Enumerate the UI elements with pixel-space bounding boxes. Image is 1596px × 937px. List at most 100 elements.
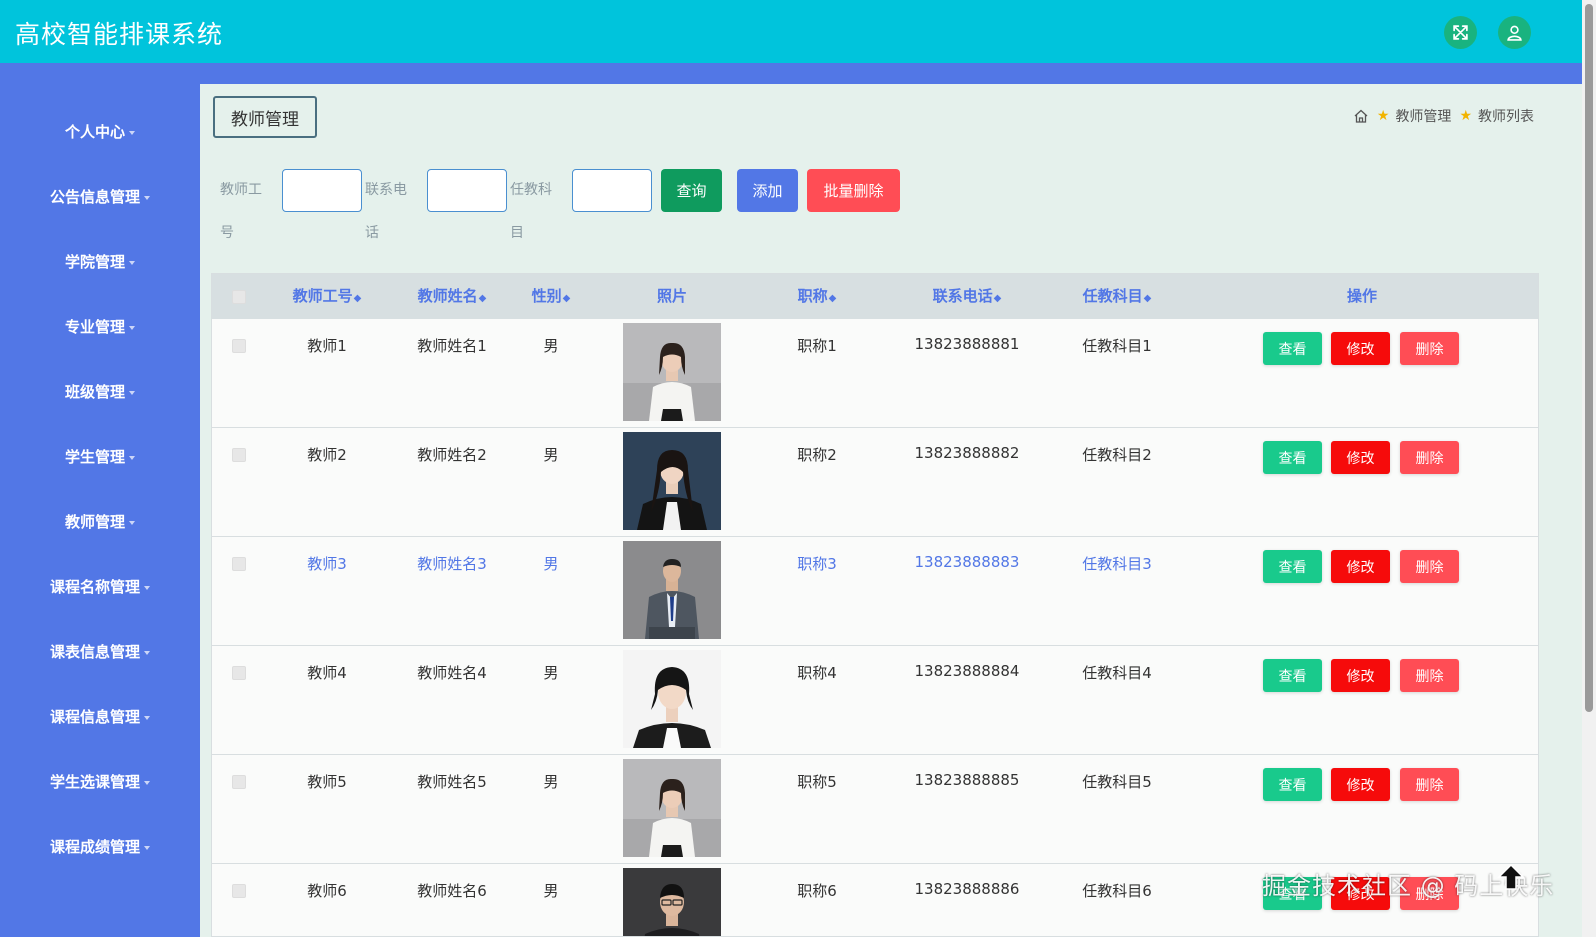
sidebar-item-teachers[interactable]: 教师管理 [0, 511, 200, 532]
chevron-down-icon [129, 390, 135, 395]
row-checkbox[interactable] [232, 339, 246, 353]
teacher-photo[interactable] [623, 323, 721, 421]
sidebar-item-course-selection[interactable]: 学生选课管理 [0, 771, 200, 792]
cell-gender: 男 [543, 773, 559, 791]
breadcrumb: ★ 教师管理 ★ 教师列表 [1353, 106, 1534, 126]
teacher-photo[interactable] [623, 432, 721, 530]
star-icon: ★ [1376, 108, 1390, 124]
sidebar-item-label: 专业管理 [64, 318, 125, 336]
column-header-subject[interactable]: 任教科目◆ [1067, 274, 1167, 321]
cell-subject: 任教科目6 [1082, 882, 1152, 900]
cell-teacher-name: 教师姓名5 [417, 773, 487, 791]
sidebar-item-course-names[interactable]: 课程名称管理 [0, 576, 200, 597]
row-checkbox[interactable] [232, 775, 246, 789]
cell-title: 职称5 [797, 773, 837, 791]
cell-title: 职称6 [797, 882, 837, 900]
chevron-down-icon [144, 195, 150, 200]
select-all-checkbox[interactable] [232, 290, 246, 304]
cell-phone: 13823888884 [914, 662, 1020, 680]
view-button[interactable]: 查看 [1263, 332, 1322, 365]
chevron-down-icon [144, 780, 150, 785]
page-scrollbar[interactable] [1582, 0, 1596, 937]
breadcrumb-item[interactable]: 教师管理 [1395, 106, 1451, 126]
column-header-teacher-id[interactable]: 教师工号◆ [277, 274, 377, 321]
sidebar-item-label: 课程名称管理 [49, 578, 140, 596]
teacher-photo[interactable] [623, 650, 721, 748]
cell-teacher-name: 教师姓名3 [417, 555, 487, 573]
teacher-id-input[interactable] [282, 169, 362, 212]
column-header-teacher-name[interactable]: 教师姓名◆ [402, 274, 502, 321]
cell-teacher-name: 教师姓名2 [417, 446, 487, 464]
table-row[interactable]: 教师2 教师姓名2 男 职称2 13823888882 任教科目2 查看 修改 … [212, 428, 1538, 537]
cell-teacher-id: 教师1 [307, 337, 347, 355]
view-button[interactable]: 查看 [1263, 441, 1322, 474]
delete-button[interactable]: 删除 [1400, 768, 1459, 801]
edit-button[interactable]: 修改 [1331, 659, 1390, 692]
row-checkbox[interactable] [232, 448, 246, 462]
add-button[interactable]: 添加 [737, 169, 798, 212]
edit-button[interactable]: 修改 [1331, 768, 1390, 801]
row-checkbox[interactable] [232, 557, 246, 571]
subject-input[interactable] [572, 169, 652, 212]
table-row[interactable]: 教师3 教师姓名3 男 职称3 13823888883 任教科目3 查看 修改 … [212, 537, 1538, 646]
cell-teacher-name: 教师姓名1 [417, 337, 487, 355]
table-row[interactable]: 教师1 教师姓名1 男 职称1 13823888881 任教科目1 查看 修改 … [212, 319, 1538, 428]
cell-teacher-id: 教师6 [307, 882, 347, 900]
delete-button[interactable]: 删除 [1400, 659, 1459, 692]
edit-button[interactable]: 修改 [1331, 441, 1390, 474]
delete-button[interactable]: 删除 [1400, 550, 1459, 583]
sidebar-item-classes[interactable]: 班级管理 [0, 381, 200, 402]
teacher-photo[interactable] [623, 541, 721, 639]
edit-button[interactable]: 修改 [1331, 550, 1390, 583]
row-checkbox[interactable] [232, 666, 246, 680]
sort-icon: ◆ [353, 293, 362, 304]
fullscreen-icon [1453, 25, 1468, 40]
edit-button[interactable]: 修改 [1331, 332, 1390, 365]
teacher-photo[interactable] [623, 868, 721, 936]
sidebar-item-personal-center[interactable]: 个人中心 [0, 121, 200, 142]
scrollbar-thumb[interactable] [1585, 4, 1593, 712]
teacher-photo[interactable] [623, 759, 721, 857]
view-button[interactable]: 查看 [1263, 659, 1322, 692]
chevron-down-icon [144, 845, 150, 850]
column-header-title[interactable]: 职称◆ [772, 274, 862, 321]
delete-button[interactable]: 删除 [1400, 332, 1459, 365]
sidebar-item-label: 公告信息管理 [49, 188, 140, 206]
table-row[interactable]: 教师4 教师姓名4 男 职称4 13823888884 任教科目4 查看 修改 … [212, 646, 1538, 755]
delete-button[interactable]: 删除 [1400, 441, 1459, 474]
phone-input[interactable] [427, 169, 507, 212]
batch-delete-button[interactable]: 批量删除 [807, 169, 900, 212]
sidebar-item-announcements[interactable]: 公告信息管理 [0, 186, 200, 207]
cell-teacher-id: 教师2 [307, 446, 347, 464]
sidebar-item-grades[interactable]: 课程成绩管理 [0, 836, 200, 857]
cell-phone: 13823888886 [914, 880, 1020, 898]
sidebar-item-colleges[interactable]: 学院管理 [0, 251, 200, 272]
sidebar-item-label: 课程信息管理 [49, 708, 140, 726]
cell-subject: 任教科目5 [1082, 773, 1152, 791]
column-header-phone[interactable]: 联系电话◆ [902, 274, 1032, 321]
view-button[interactable]: 查看 [1263, 550, 1322, 583]
row-checkbox[interactable] [232, 884, 246, 898]
chevron-down-icon [144, 715, 150, 720]
chevron-down-icon [129, 455, 135, 460]
user-profile-button[interactable] [1498, 16, 1531, 49]
chevron-down-icon [129, 520, 135, 525]
sidebar-item-students[interactable]: 学生管理 [0, 446, 200, 467]
sidebar-item-label: 学生选课管理 [49, 773, 140, 791]
cell-title: 职称4 [797, 664, 837, 682]
query-button[interactable]: 查询 [661, 169, 722, 212]
cell-gender: 男 [543, 555, 559, 573]
sidebar-item-label: 学院管理 [64, 253, 125, 271]
sidebar-item-course-info[interactable]: 课程信息管理 [0, 706, 200, 727]
view-button[interactable]: 查看 [1263, 768, 1322, 801]
home-icon[interactable] [1353, 108, 1369, 124]
sidebar-item-majors[interactable]: 专业管理 [0, 316, 200, 337]
sort-icon: ◆ [1143, 293, 1152, 304]
fullscreen-button[interactable] [1444, 16, 1477, 49]
table-row[interactable]: 教师5 教师姓名5 男 职称5 13823888885 任教科目5 查看 修改 … [212, 755, 1538, 864]
sidebar-item-timetables[interactable]: 课表信息管理 [0, 641, 200, 662]
back-to-top-button[interactable] [1496, 862, 1526, 892]
column-header-actions: 操作 [1346, 287, 1377, 305]
column-header-gender[interactable]: 性别◆ [512, 274, 590, 321]
chevron-down-icon [129, 325, 135, 330]
